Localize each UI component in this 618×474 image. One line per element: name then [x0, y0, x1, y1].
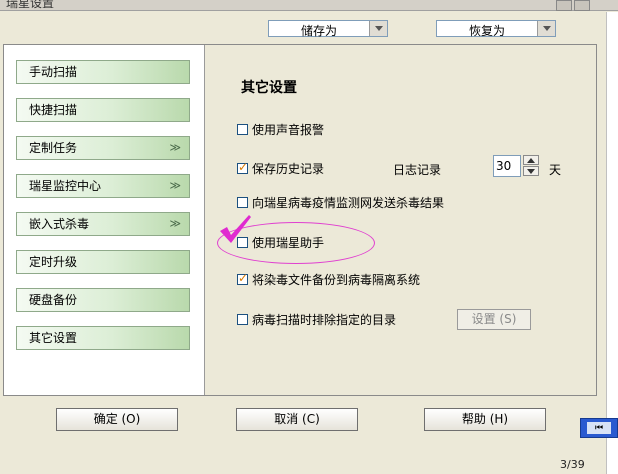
sidebar-item-scheduled-update[interactable]: 定时升级	[16, 250, 190, 274]
chevron-double-down-icon: ≫	[169, 217, 181, 230]
chevron-double-down-icon: ≫	[169, 141, 181, 154]
use-assistant-label: 使用瑞星助手	[252, 235, 325, 250]
page-title: 其它设置	[241, 80, 297, 96]
sound-alert-checkbox[interactable]	[237, 123, 248, 135]
log-days-spinner[interactable]	[523, 155, 541, 177]
send-results-checkbox[interactable]	[237, 196, 248, 208]
sidebar-item-other-settings[interactable]: 其它设置	[16, 326, 190, 350]
close-button[interactable]	[574, 0, 590, 11]
background-window-edge	[606, 12, 618, 474]
window-title: 瑞星设置	[6, 0, 55, 10]
chevron-down-icon[interactable]	[369, 21, 387, 36]
sidebar-item-custom-tasks[interactable]: 定制任务 ≫	[16, 136, 190, 160]
spin-down-icon[interactable]	[523, 166, 539, 176]
save-as-dropdown[interactable]: 储存为	[268, 20, 388, 38]
sidebar-item-disk-backup[interactable]: 硬盘备份	[16, 288, 190, 312]
sidebar-item-label: 硬盘备份	[29, 293, 78, 307]
sidebar-item-label: 瑞星监控中心	[29, 179, 102, 193]
use-assistant-checkbox[interactable]	[237, 236, 248, 248]
ok-button[interactable]: 确定 (O)	[56, 408, 178, 431]
sidebar-item-quick-scan[interactable]: 快捷扫描	[16, 98, 190, 122]
first-page-button[interactable]: ⏮	[580, 418, 618, 438]
use-assistant-option[interactable]: 使用瑞星助手	[237, 234, 324, 250]
exclude-dirs-option[interactable]: 病毒扫描时排除指定的目录	[237, 311, 396, 327]
backup-infected-label: 将染毒文件备份到病毒隔离系统	[252, 272, 421, 287]
sidebar-item-label: 快捷扫描	[29, 103, 78, 117]
exclude-dirs-checkbox[interactable]	[237, 313, 248, 325]
chevron-double-down-icon: ≫	[169, 179, 181, 192]
save-history-label: 保存历史记录	[252, 161, 325, 176]
sidebar-item-label: 定制任务	[29, 141, 78, 155]
settings-panel: 手动扫描 快捷扫描 定制任务 ≫ 瑞星监控中心 ≫ 嵌入式杀毒 ≫ 定时升级 硬…	[3, 44, 597, 396]
help-button[interactable]: 帮助 (H)	[424, 408, 546, 431]
page-indicator: 3/39	[560, 458, 585, 471]
send-results-label: 向瑞星病毒疫情监测网发送杀毒结果	[252, 195, 445, 210]
sidebar-item-monitor-center[interactable]: 瑞星监控中心 ≫	[16, 174, 190, 198]
save-as-label: 储存为	[300, 24, 337, 38]
save-history-checkbox[interactable]	[237, 160, 248, 174]
sidebar-item-label: 嵌入式杀毒	[29, 217, 90, 231]
sidebar: 手动扫描 快捷扫描 定制任务 ≫ 瑞星监控中心 ≫ 嵌入式杀毒 ≫ 定时升级 硬…	[4, 45, 205, 395]
sidebar-item-label: 其它设置	[29, 331, 78, 345]
restore-to-dropdown[interactable]: 恢复为	[436, 20, 556, 38]
sound-alert-label: 使用声音报警	[252, 122, 325, 137]
backup-infected-option[interactable]: 将染毒文件备份到病毒隔离系统	[237, 271, 420, 287]
save-history-option[interactable]: 保存历史记录	[237, 160, 324, 176]
content-area: 其它设置 使用声音报警 保存历史记录 日志记录 30 天 向瑞星病毒疫情监测网发…	[205, 45, 596, 395]
sidebar-item-embedded-antivirus[interactable]: 嵌入式杀毒 ≫	[16, 212, 190, 236]
cancel-button[interactable]: 取消 (C)	[236, 408, 358, 431]
sidebar-item-label: 定时升级	[29, 255, 78, 269]
settings-button[interactable]: 设置 (S)	[457, 309, 531, 330]
sidebar-item-label: 手动扫描	[29, 65, 78, 79]
minimize-button[interactable]	[556, 0, 572, 11]
log-days-input[interactable]: 30	[493, 155, 521, 177]
sound-alert-option[interactable]: 使用声音报警	[237, 121, 324, 137]
log-label: 日志记录	[393, 163, 442, 177]
exclude-dirs-label: 病毒扫描时排除指定的目录	[252, 312, 397, 327]
sidebar-item-manual-scan[interactable]: 手动扫描	[16, 60, 190, 84]
backup-infected-checkbox[interactable]	[237, 271, 248, 285]
spin-up-icon[interactable]	[523, 155, 539, 165]
restore-to-label: 恢复为	[468, 24, 505, 38]
first-page-icon: ⏮	[587, 422, 611, 434]
chevron-down-icon[interactable]	[537, 21, 555, 36]
log-unit-label: 天	[549, 163, 562, 177]
send-results-option[interactable]: 向瑞星病毒疫情监测网发送杀毒结果	[237, 194, 444, 210]
title-bar: 瑞星设置	[0, 0, 618, 11]
